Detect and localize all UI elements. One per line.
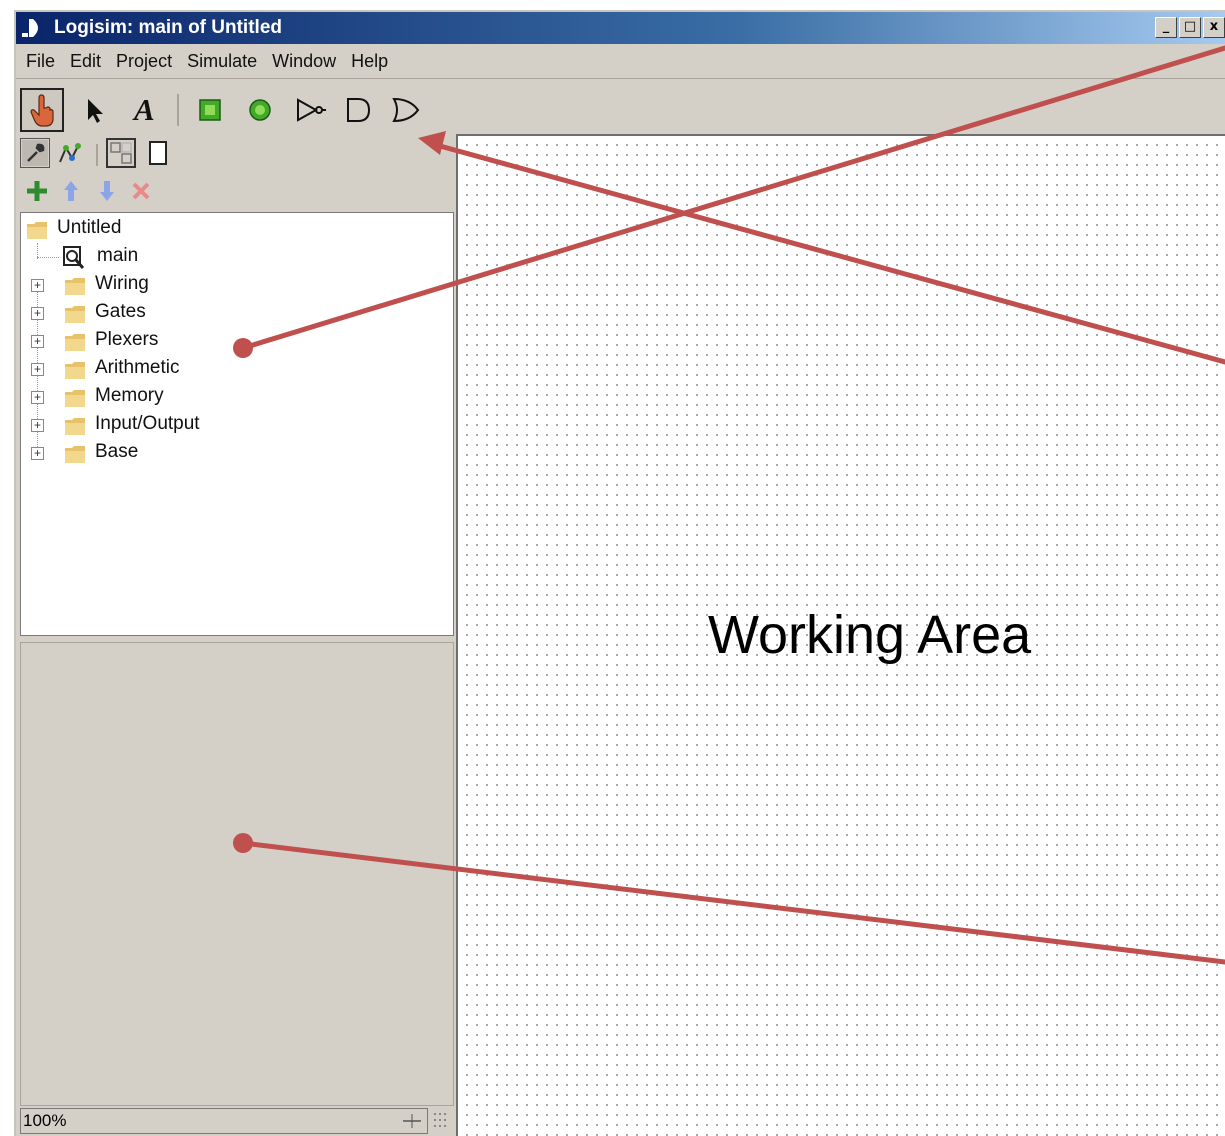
annotation-arrows bbox=[233, 45, 1225, 965]
annotation-arrow-attributes bbox=[233, 833, 1225, 965]
annotation-arrow-explorer bbox=[233, 45, 1225, 358]
annotation-arrow-toolbar bbox=[418, 131, 1225, 365]
